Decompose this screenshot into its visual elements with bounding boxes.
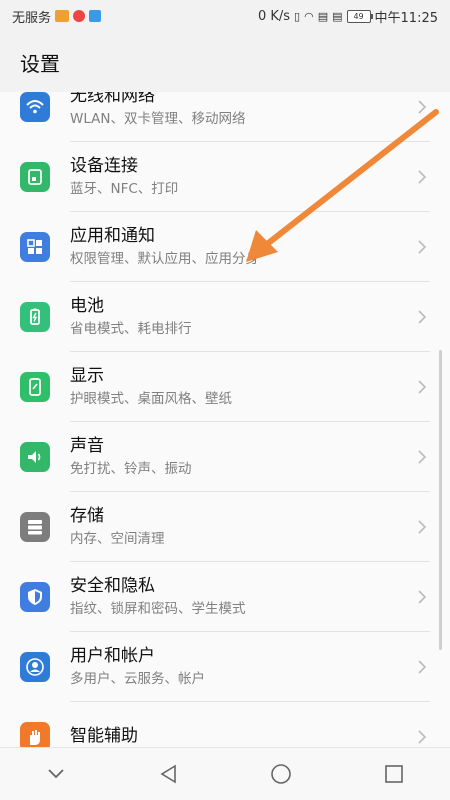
scrollbar[interactable]	[439, 350, 442, 650]
chevron-right-icon	[410, 235, 434, 259]
row-subtitle: 指纹、锁屏和密码、学生模式	[70, 601, 246, 617]
row-subtitle: 省电模式、耗电排行	[70, 321, 192, 337]
display-icon	[20, 372, 50, 402]
page-title-bar: 设置	[0, 32, 450, 92]
battery-icon	[20, 302, 50, 332]
chevron-right-icon	[410, 725, 434, 748]
row-texts: 智能辅助	[70, 725, 410, 748]
row-subtitle: 蓝牙、NFC、打印	[70, 181, 179, 197]
settings-list[interactable]: 无线和网络 WLAN、双卡管理、移动网络设备连接蓝牙、NFC、打印应用和通知权限管…	[0, 92, 450, 748]
settings-row-3[interactable]: 电池省电模式、耗电排行	[0, 282, 450, 352]
row-title: 智能辅助	[70, 726, 138, 746]
back-triangle-icon	[160, 764, 176, 784]
row-texts: 无线和网络 WLAN、双卡管理、移动网络	[70, 92, 410, 129]
storage-icon	[20, 512, 50, 542]
row-title: 安全和隐私	[70, 576, 155, 596]
chevron-right-icon	[410, 445, 434, 469]
recents-square-icon	[384, 765, 403, 783]
row-texts: 设备连接蓝牙、NFC、打印	[70, 155, 410, 199]
row-texts: 电池省电模式、耗电排行	[70, 295, 410, 339]
row-title: 电池	[70, 296, 104, 316]
row-title: 声音	[70, 436, 104, 456]
row-title: 存储	[70, 506, 104, 526]
chevron-right-icon	[410, 515, 434, 539]
row-title: 设备连接	[70, 156, 138, 176]
row-subtitle: 多用户、云服务、帐户	[70, 671, 205, 687]
chevron-right-icon	[410, 585, 434, 609]
settings-row-9[interactable]: 智能辅助	[0, 702, 450, 748]
sound-icon	[20, 442, 50, 472]
row-texts: 用户和帐户多用户、云服务、帐户	[70, 645, 410, 689]
home-button[interactable]	[261, 754, 301, 794]
row-subtitle: WLAN、双卡管理、移动网络	[70, 111, 246, 127]
wifi-icon	[20, 92, 50, 122]
settings-row-7[interactable]: 安全和隐私指纹、锁屏和密码、学生模式	[0, 562, 450, 632]
settings-row-6[interactable]: 存储 内存、空间清理	[0, 492, 450, 562]
settings-row-4[interactable]: 显示护眼模式、桌面风格、壁纸	[0, 352, 450, 422]
row-subtitle: 护眼模式、桌面风格、壁纸	[70, 391, 232, 407]
settings-row-8[interactable]: 用户和帐户多用户、云服务、帐户	[0, 632, 450, 702]
chevron-down-icon	[48, 769, 64, 779]
shield-icon	[20, 582, 50, 612]
row-texts: 显示护眼模式、桌面风格、壁纸	[70, 365, 410, 409]
chevron-right-icon	[410, 95, 434, 119]
back-button[interactable]	[149, 754, 189, 794]
recents-button[interactable]	[374, 754, 414, 794]
row-title: 显示	[70, 366, 104, 386]
status-left: 无服务	[12, 7, 102, 26]
chevron-right-icon	[410, 375, 434, 399]
row-texts: 应用和通知权限管理、默认应用、应用分身	[70, 225, 410, 269]
chevron-right-icon	[410, 165, 434, 189]
wifi-status-icon: ◠	[304, 9, 314, 23]
apps-icon	[20, 232, 50, 262]
row-subtitle: 内存、空间清理	[70, 531, 165, 547]
user-icon	[20, 652, 50, 682]
row-texts: 存储 内存、空间清理	[70, 505, 410, 549]
status-bar: 无服务 0 K/s ▯ ◠ ▤ ▤ 49 中午11:25	[0, 0, 450, 32]
device-connect-icon	[20, 162, 50, 192]
collapse-nav-button[interactable]	[36, 754, 76, 794]
signal2-icon: ▤	[332, 9, 343, 23]
send-icon	[89, 10, 102, 22]
navigation-bar	[0, 747, 450, 800]
clock: 中午11:25	[374, 10, 438, 26]
weibo-icon	[73, 10, 86, 22]
chevron-right-icon	[410, 305, 434, 329]
home-circle-icon	[271, 764, 292, 784]
network-speed: 0 K/s	[257, 8, 291, 24]
row-title: 无线和网络	[70, 92, 155, 106]
battery-indicator: 49	[346, 9, 373, 23]
vibrate-icon: ▯	[294, 9, 301, 23]
row-texts: 安全和隐私指纹、锁屏和密码、学生模式	[70, 575, 410, 619]
row-title: 应用和通知	[70, 226, 155, 246]
settings-row-0[interactable]: 无线和网络 WLAN、双卡管理、移动网络	[0, 92, 450, 142]
row-title: 用户和帐户	[70, 646, 155, 666]
settings-row-2[interactable]: 应用和通知权限管理、默认应用、应用分身	[0, 212, 450, 282]
row-texts: 声音免打扰、铃声、振动	[70, 435, 410, 479]
battery-level: 49	[353, 11, 364, 21]
settings-row-5[interactable]: 声音免打扰、铃声、振动	[0, 422, 450, 492]
status-right: 0 K/s ▯ ◠ ▤ ▤ 49 中午11:25	[258, 7, 438, 26]
carrier-text: 无服务	[12, 10, 52, 26]
signal-icon: ▤	[317, 9, 329, 23]
row-subtitle: 免打扰、铃声、振动	[70, 461, 192, 477]
row-subtitle: 权限管理、默认应用、应用分身	[70, 251, 259, 267]
notification-icon	[55, 10, 70, 22]
chevron-right-icon	[410, 655, 434, 679]
page-title: 设置	[20, 51, 60, 76]
hand-icon	[20, 722, 50, 748]
settings-row-1[interactable]: 设备连接蓝牙、NFC、打印	[0, 142, 450, 212]
